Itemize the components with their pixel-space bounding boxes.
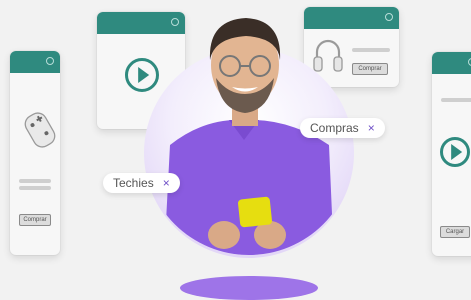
tag-techies[interactable]: Techies × <box>103 173 180 193</box>
tag-label: Compras <box>310 121 359 135</box>
video-upload-card: Cargar <box>432 52 471 256</box>
gamepad-product-card: Comprar <box>10 51 60 255</box>
text-line <box>19 179 51 183</box>
purple-shadow-oval <box>180 276 318 300</box>
upload-button[interactable]: Cargar <box>440 226 470 238</box>
close-icon[interactable]: × <box>163 176 170 190</box>
text-line <box>19 186 51 190</box>
card-titlebar <box>10 51 60 73</box>
window-dot-icon <box>385 13 393 21</box>
gamepad-icon <box>24 112 56 148</box>
window-dot-icon <box>46 57 54 65</box>
tag-label: Techies <box>113 176 154 190</box>
play-icon[interactable] <box>440 137 470 167</box>
close-icon[interactable]: × <box>368 121 375 135</box>
buy-button[interactable]: Comprar <box>19 214 51 226</box>
card-titlebar <box>432 52 471 74</box>
text-line <box>352 48 390 52</box>
text-line <box>441 98 471 102</box>
tag-compras[interactable]: Compras × <box>300 118 385 138</box>
buy-button[interactable]: Comprar <box>352 63 388 75</box>
